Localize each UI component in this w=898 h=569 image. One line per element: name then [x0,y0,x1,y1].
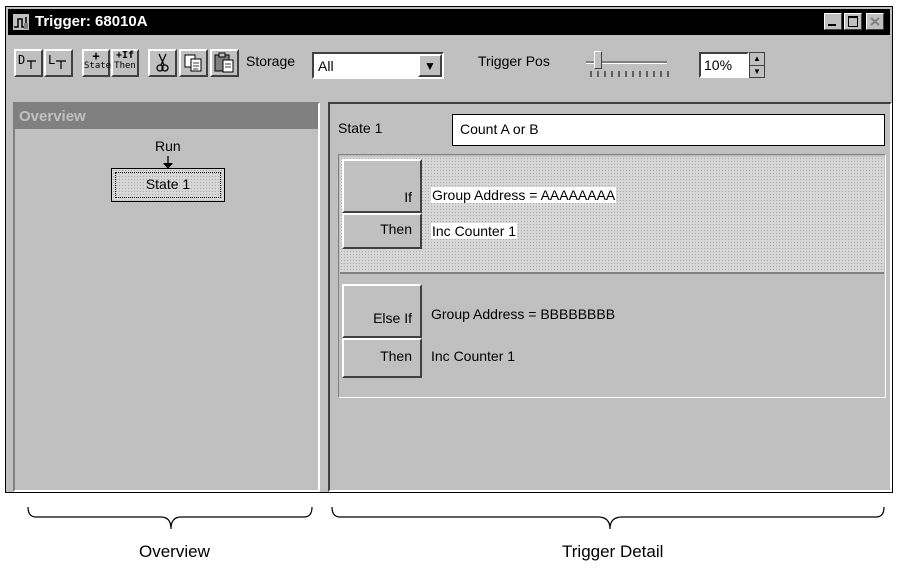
paste-tool[interactable] [210,49,239,77]
copy-icon [184,54,202,72]
trigger-window: Trigger: 68010A D L + State +If Then Sto… [5,6,893,493]
svg-text:D: D [18,53,25,67]
trigger-detail-brace [331,506,885,530]
close-icon [870,17,880,26]
trigger-detail-caption: Trigger Detail [562,542,664,561]
close-button[interactable] [866,13,884,30]
slider-thumb[interactable] [594,51,602,69]
maximize-icon [848,16,858,27]
state-name-field[interactable]: Count A or B [452,114,885,146]
minimize-icon [828,24,836,26]
else-if-button[interactable]: Else If [342,284,422,338]
cut-tool[interactable] [148,49,177,77]
trigger-detail-panel: State 1 Count A or B If Then Group Addre… [328,102,892,492]
storage-value: All [318,58,334,74]
trigger-pos-spinner[interactable]: ▲ ▼ [749,52,765,78]
else-then-button[interactable]: Then [342,338,422,378]
then-button-label: Then [380,221,412,237]
spin-up-icon[interactable]: ▲ [750,53,764,66]
title-bar: Trigger: 68010A [8,9,890,35]
window-title: Trigger: 68010A [35,13,148,30]
minimize-button[interactable] [824,13,842,30]
if-button[interactable]: If [342,159,422,213]
storage-dropdown-button[interactable]: ▼ [418,54,442,77]
scissors-icon [156,53,169,72]
copy-tool[interactable] [179,49,208,77]
d-trigger-icon: D [18,53,36,69]
state-name-value: Count A or B [460,121,539,137]
overview-brace [27,506,313,530]
add-state-plus: + [92,49,100,63]
maximize-button[interactable] [844,13,862,30]
else-if-button-label: Else If [373,310,412,326]
trigger-app-icon [13,14,29,30]
detail-state-label: State 1 [338,120,383,136]
storage-select[interactable]: All ▼ [312,52,444,79]
toolbar: D L + State +If Then Storage All ▼ Trigg… [8,35,890,89]
spin-down-icon[interactable]: ▼ [750,66,764,78]
trigger-pos-field[interactable]: 10% [699,52,749,78]
if-then-clause-block[interactable]: If Then Group Address = AAAAAAAA Inc Cou… [340,157,884,274]
overview-panel: Overview Run State 1 [13,102,320,492]
trigger-pos-label: Trigger Pos [478,53,550,69]
storage-label: Storage [246,53,296,69]
paste-icon [214,52,234,73]
run-label: Run [155,138,181,154]
then-action[interactable]: Inc Counter 1 [431,223,518,239]
l-trigger-icon: L [48,53,66,69]
if-condition[interactable]: Group Address = AAAAAAAA [431,187,617,203]
add-if-then-tool[interactable]: +If Then [111,49,139,77]
state-node-focus [115,172,221,198]
else-if-clause-block[interactable]: Else If Then Group Address = BBBBBBBB In… [340,276,884,396]
chevron-down-icon: ▼ [424,59,436,73]
add-state-label: State [84,61,112,71]
trigger-pos-slider[interactable] [586,51,671,77]
else-then-button-label: Then [380,348,412,364]
slider-ticks [590,71,669,77]
if-button-label: If [404,189,412,205]
else-then-action[interactable]: Inc Counter 1 [431,348,515,364]
d-trigger-tool[interactable]: D [14,49,43,77]
state-node[interactable]: State 1 [111,168,225,202]
add-if-label: +If [115,50,135,61]
add-then-label: Then [114,61,136,71]
else-if-condition[interactable]: Group Address = BBBBBBBB [431,306,615,322]
add-state-tool[interactable]: + State [82,49,112,77]
overview-caption: Overview [139,542,210,561]
svg-text:L: L [48,53,55,67]
then-button[interactable]: Then [342,213,422,249]
overview-header: Overview [15,104,318,129]
l-trigger-tool[interactable]: L [44,49,73,77]
trigger-pos-value: 10% [704,57,733,73]
